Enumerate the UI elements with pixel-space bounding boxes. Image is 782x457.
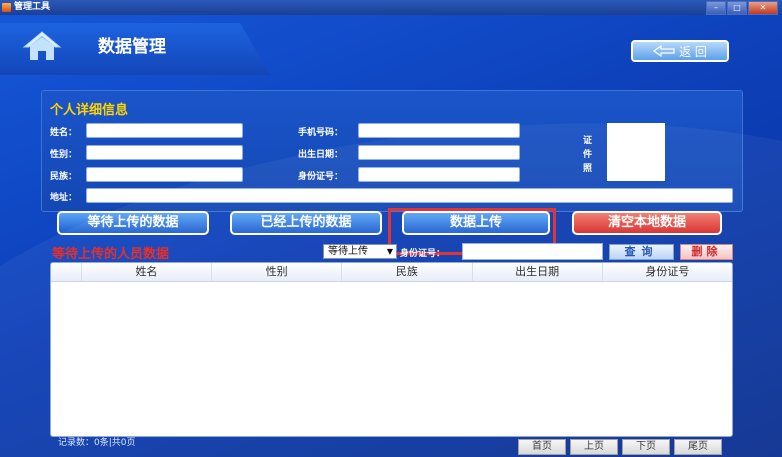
id-photo: [607, 123, 665, 181]
highlight-box: [388, 208, 556, 255]
query-button[interactable]: 查询: [609, 244, 674, 260]
data-table: 姓名 性别 民族 出生日期 身份证号: [50, 262, 733, 437]
column-header-gender[interactable]: 性别: [212, 263, 343, 281]
column-header-birth-date[interactable]: 出生日期: [473, 263, 603, 281]
photo-label-1: 证: [583, 136, 593, 146]
id-label: 身份证号：: [298, 172, 344, 182]
photo-label-2: 件: [583, 150, 593, 160]
window-controls: – □ ✕: [705, 1, 778, 15]
first-page-button[interactable]: 首页: [518, 439, 566, 455]
app-body: 数据管理 返 回 个人详细信息 姓名： 性别： 民族： 手机号码： 出生日期： …: [0, 15, 782, 457]
uploaded-data-button[interactable]: 已经上传的数据: [230, 211, 382, 235]
clear-local-data-button[interactable]: 清空本地数据: [572, 211, 722, 235]
record-count: 记录数：0条|共0页: [58, 438, 136, 448]
ethnicity-label: 民族：: [50, 172, 78, 182]
address-field[interactable]: [86, 188, 733, 203]
ethnicity-field[interactable]: [86, 167, 243, 182]
back-button-label: 返 回: [679, 44, 707, 59]
status-filter-select[interactable]: 等待上传 ▼: [323, 244, 397, 259]
id-search-label: 身份证号：: [400, 249, 446, 259]
gender-field[interactable]: [86, 145, 243, 160]
column-header-ethnicity[interactable]: 民族: [342, 263, 473, 281]
pending-data-button[interactable]: 等待上传的数据: [57, 211, 209, 235]
photo-label-3: 照: [583, 164, 593, 174]
column-header-name[interactable]: 姓名: [82, 263, 213, 281]
personal-info-panel: 个人详细信息 姓名： 性别： 民族： 手机号码： 出生日期： 身份证号： 证 件…: [41, 90, 743, 212]
column-header-id-number[interactable]: 身份证号: [603, 263, 732, 281]
upload-data-button[interactable]: 数据上传: [402, 211, 550, 235]
window-title: 管理工具: [14, 2, 51, 12]
close-button[interactable]: ✕: [748, 1, 778, 15]
maximize-button[interactable]: □: [727, 1, 747, 15]
id-number-field[interactable]: [358, 167, 520, 182]
section-title: 个人详细信息: [50, 103, 129, 118]
gender-label: 性别：: [50, 150, 78, 160]
phone-field[interactable]: [358, 123, 520, 138]
status-filter-value: 等待上传: [328, 246, 368, 257]
back-button[interactable]: 返 回: [631, 40, 729, 62]
table-header: 姓名 性别 民族 出生日期 身份证号: [51, 263, 732, 282]
birth-label: 出生日期：: [298, 150, 344, 160]
phone-label: 手机号码：: [298, 128, 344, 138]
id-search-input[interactable]: [462, 243, 603, 260]
minimize-button[interactable]: –: [706, 1, 726, 15]
prev-page-button[interactable]: 上页: [570, 439, 618, 455]
last-page-button[interactable]: 尾页: [674, 439, 722, 455]
address-label: 地址：: [50, 193, 78, 203]
page-title: 数据管理: [98, 37, 166, 57]
window-titlebar: 管理工具 – □ ✕: [0, 0, 782, 15]
back-arrow-icon: [653, 45, 675, 57]
delete-button[interactable]: 删除: [680, 244, 733, 260]
app-icon: [2, 3, 11, 12]
row-header-cell: [51, 263, 82, 281]
name-field[interactable]: [86, 123, 243, 138]
list-title: 等待上传的人员数据: [52, 247, 170, 262]
next-page-button[interactable]: 下页: [622, 439, 670, 455]
name-label: 姓名：: [50, 128, 78, 138]
home-icon[interactable]: [22, 30, 62, 62]
header: 数据管理 返 回: [0, 15, 782, 75]
chevron-down-icon: ▼: [386, 247, 393, 256]
birth-date-field[interactable]: [358, 145, 520, 160]
